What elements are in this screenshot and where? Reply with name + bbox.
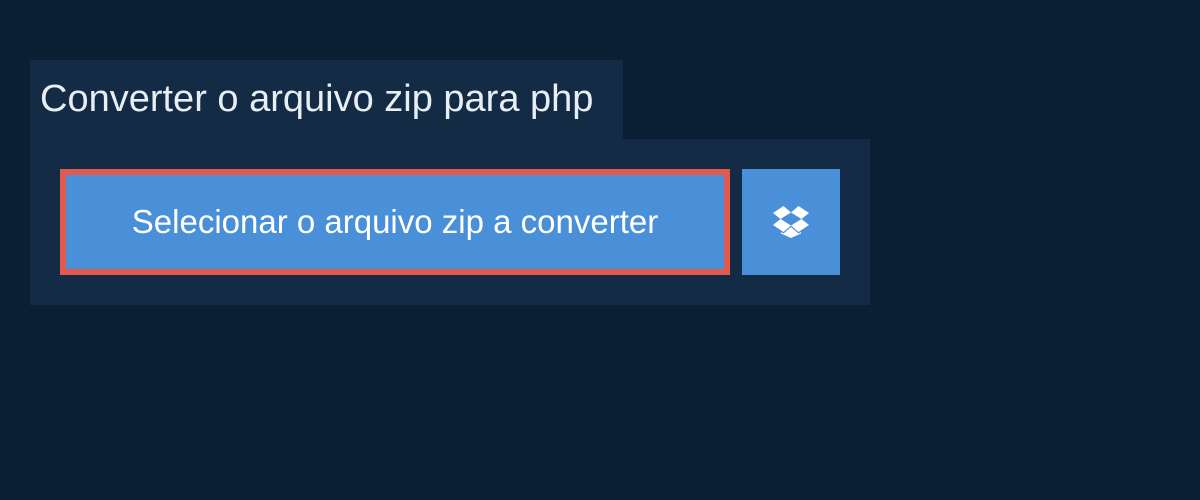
upload-panel: Selecionar o arquivo zip a converter (30, 139, 870, 305)
button-row: Selecionar o arquivo zip a converter (60, 169, 840, 275)
page-title: Converter o arquivo zip para php (30, 60, 623, 139)
dropbox-button[interactable] (742, 169, 840, 275)
select-file-button[interactable]: Selecionar o arquivo zip a converter (60, 169, 730, 275)
converter-widget: Converter o arquivo zip para php Selecio… (0, 0, 1200, 365)
dropbox-icon (773, 206, 809, 238)
